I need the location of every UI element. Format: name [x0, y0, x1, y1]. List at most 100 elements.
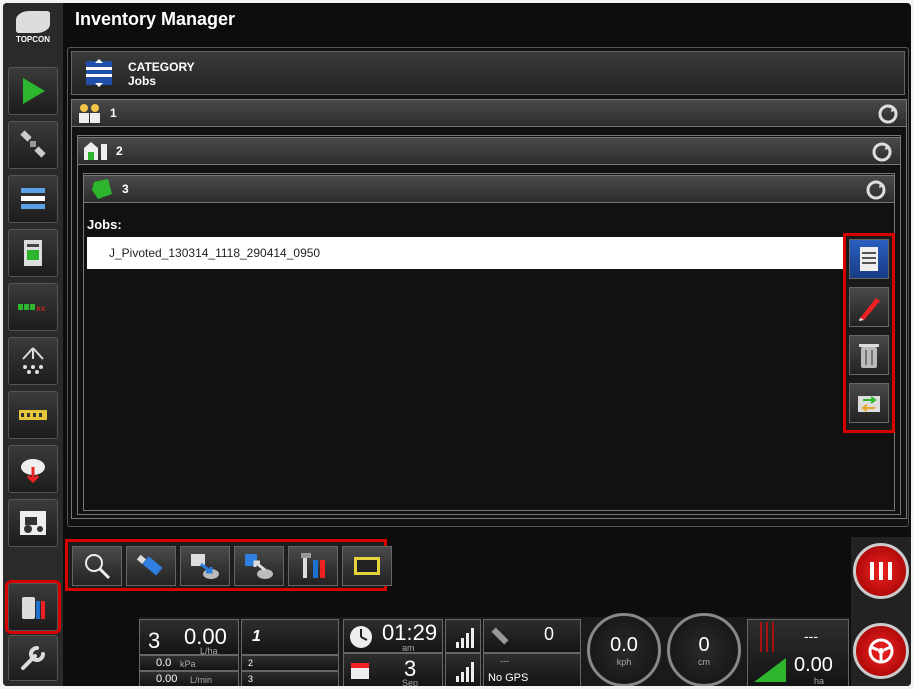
gps-status-cell: --- No GPS	[483, 653, 581, 686]
job-list-item[interactable]: J_Pivoted_130314_1118_290414_0950	[87, 237, 843, 269]
pressure-value: 0.0	[156, 657, 172, 669]
section-bar-icon: xx	[18, 304, 46, 313]
tractor-icon	[20, 511, 46, 535]
area-icon	[754, 622, 786, 682]
category-bar[interactable]: CATEGORY Jobs	[71, 51, 905, 95]
inventory-tools	[65, 539, 392, 591]
logo-text: TOPCON	[15, 35, 51, 44]
counter-1: 1	[252, 628, 261, 645]
cloud-transfer-icon	[21, 459, 45, 484]
pencil-icon	[859, 298, 880, 321]
satellite-icon	[20, 130, 46, 158]
sidebar-item-inventory[interactable]	[5, 580, 61, 634]
sidebar-item-play[interactable]	[8, 67, 58, 115]
export-button[interactable]	[234, 546, 284, 586]
pressure-unit: kPa	[180, 659, 196, 669]
clock-ampm: am	[402, 643, 415, 653]
display-button[interactable]	[342, 546, 392, 586]
level-1-label: 1	[110, 106, 117, 120]
level-3-panel	[83, 173, 895, 511]
job-tools	[843, 233, 895, 433]
counter-2: 2	[248, 658, 254, 668]
sections-icon	[870, 562, 892, 580]
rate-index: 3	[148, 628, 161, 653]
signal-cell-1	[445, 619, 481, 653]
screen: TOPCON xx Inventory Manager CATEGORY Job…	[3, 3, 911, 686]
jobs-label: Jobs:	[87, 217, 122, 232]
area-dash: ---	[804, 628, 818, 644]
page-title: Inventory Manager	[75, 9, 236, 29]
layers-icon	[21, 188, 45, 209]
tools-button[interactable]	[288, 546, 338, 586]
level-1-header[interactable]: 1	[71, 99, 907, 127]
master-switch-button[interactable]	[853, 543, 909, 599]
inventory-icon	[22, 597, 45, 619]
speed-unit: kph	[616, 657, 632, 667]
signal-cell-2	[445, 653, 481, 686]
flow-cell: 0.00 L/min	[139, 671, 239, 686]
offset-unit: cm	[698, 657, 710, 667]
steering-button[interactable]	[853, 623, 909, 679]
category-value: Jobs	[128, 74, 157, 88]
gps-status: No GPS	[488, 672, 529, 684]
date-month: Sep	[402, 678, 419, 686]
gps-satellite-icon	[491, 627, 509, 645]
offset-value: 0	[698, 634, 710, 656]
clock-icon	[350, 626, 372, 648]
speed-value: 0.0	[610, 634, 638, 656]
level-3-header[interactable]: 3	[83, 175, 895, 203]
delete-button[interactable]	[849, 335, 889, 375]
refresh-icon[interactable]	[878, 104, 898, 124]
level-3-label: 3	[122, 182, 129, 196]
search-button[interactable]	[72, 546, 122, 586]
monitor-icon	[354, 557, 380, 575]
gps-cell: 0	[483, 619, 581, 653]
signal-bars-icon	[456, 662, 474, 682]
sidebar-item-tractor[interactable]	[8, 499, 58, 547]
refresh-icon[interactable]	[866, 180, 886, 200]
counter-1-cell: 1	[241, 619, 339, 655]
swap-arrows-icon	[858, 396, 880, 412]
list-icon	[860, 247, 878, 271]
date-cell: 3 Sep	[343, 653, 443, 686]
boom-icon	[19, 410, 47, 420]
edit-button[interactable]	[849, 287, 889, 327]
trash-icon	[859, 344, 879, 368]
sidebar: TOPCON xx	[3, 3, 63, 686]
import-button[interactable]	[180, 546, 230, 586]
import-icon	[191, 554, 219, 579]
clock-cell: 01:29 am	[343, 619, 443, 653]
svg-text:xx: xx	[36, 304, 46, 313]
refresh-icon[interactable]	[872, 142, 892, 162]
sidebar-item-console[interactable]	[8, 229, 58, 277]
sidebar-item-boom[interactable]	[8, 391, 58, 439]
usb-button[interactable]	[126, 546, 176, 586]
area-unit: ha	[814, 676, 825, 686]
play-icon	[23, 78, 45, 104]
steering-wheel-icon	[868, 638, 894, 664]
sidebar-item-sections[interactable]: xx	[8, 283, 58, 331]
gps-count: 0	[544, 624, 555, 644]
signal-bars-icon	[456, 628, 474, 648]
wrench-icon	[21, 646, 45, 670]
topcon-logo: TOPCON	[7, 11, 59, 51]
category-list-icon	[86, 59, 112, 87]
counter-2-cell: 2	[241, 655, 339, 671]
sidebar-item-cloud[interactable]	[8, 445, 58, 493]
sidebar-item-sprayer[interactable]	[8, 337, 58, 385]
sidebar-item-settings[interactable]	[8, 635, 58, 681]
level-2-header[interactable]: 2	[77, 137, 901, 165]
sidebar-item-satellite[interactable]	[8, 121, 58, 169]
search-icon	[85, 554, 111, 580]
status-bar: 3 0.00 L/ha 0.0 kPa 0.00 L/min 1 2 3 01:…	[139, 613, 849, 686]
job-name: J_Pivoted_130314_1118_290414_0950	[109, 246, 321, 260]
counter-3: 3	[248, 674, 254, 684]
level-2-label: 2	[116, 144, 123, 158]
list-view-button[interactable]	[849, 239, 889, 279]
people-icon	[79, 104, 100, 123]
field-icon	[92, 179, 112, 199]
transfer-button[interactable]	[849, 383, 889, 423]
area-cell: --- 0.00 ha	[747, 619, 849, 686]
sidebar-item-layers[interactable]	[8, 175, 58, 223]
rate-cell[interactable]: 3 0.00 L/ha	[139, 619, 239, 656]
